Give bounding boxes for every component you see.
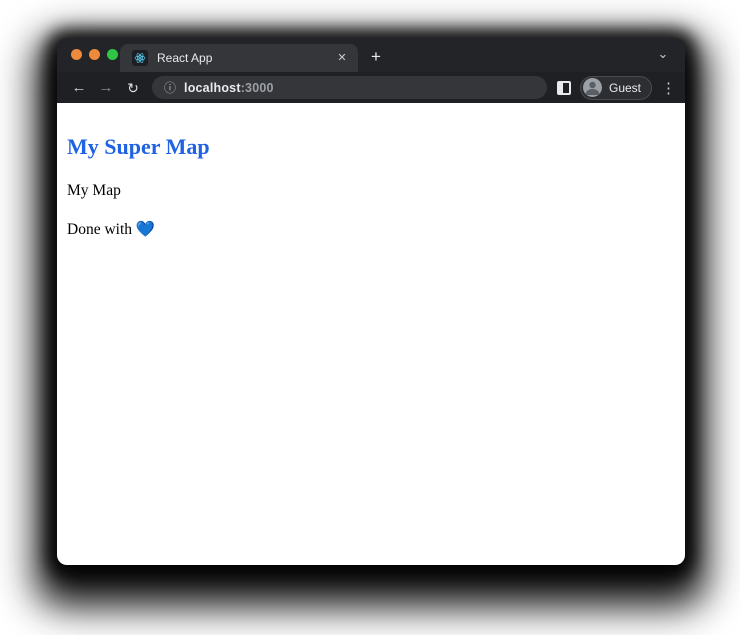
site-info-icon[interactable]: ⓘ (164, 79, 176, 96)
toolbar-right-group: Guest ⋮ (557, 76, 675, 100)
address-bar[interactable]: ⓘ localhost :3000 (152, 76, 547, 99)
profile-label: Guest (609, 81, 641, 95)
browser-window: React App ✕ + ⌄ ← → ↻ ⓘ localhost :3000 (57, 38, 685, 565)
side-panel-icon[interactable] (557, 81, 571, 95)
refresh-button[interactable]: ↻ (121, 76, 145, 100)
tab-strip: React App ✕ + ⌄ (57, 38, 685, 72)
react-logo-icon (132, 50, 148, 66)
back-button[interactable]: ← (67, 76, 91, 100)
browser-menu-icon[interactable]: ⋮ (661, 79, 675, 97)
desktop-background: React App ✕ + ⌄ ← → ↻ ⓘ localhost :3000 (0, 0, 740, 635)
url-host: localhost (184, 81, 241, 95)
tab-title: React App (157, 51, 334, 65)
new-tab-button[interactable]: + (363, 44, 389, 70)
tab-close-icon[interactable]: ✕ (334, 50, 350, 66)
forward-button[interactable]: → (94, 76, 118, 100)
window-controls (71, 49, 118, 60)
map-label: My Map (67, 182, 675, 200)
browser-toolbar: ← → ↻ ⓘ localhost :3000 Guest (57, 72, 685, 103)
profile-button[interactable]: Guest (580, 76, 652, 100)
zoom-window-button[interactable] (107, 49, 118, 60)
chevron-down-icon[interactable]: ⌄ (653, 43, 673, 67)
tab-react-app[interactable]: React App ✕ (120, 44, 358, 72)
footer-text: Done with 💙 (67, 220, 675, 239)
user-avatar-icon (583, 78, 602, 97)
page-content: My Super Map My Map Done with 💙 (57, 103, 685, 565)
page-title: My Super Map (67, 134, 675, 159)
close-window-button[interactable] (71, 49, 82, 60)
minimize-window-button[interactable] (89, 49, 100, 60)
url-port: :3000 (241, 81, 274, 95)
